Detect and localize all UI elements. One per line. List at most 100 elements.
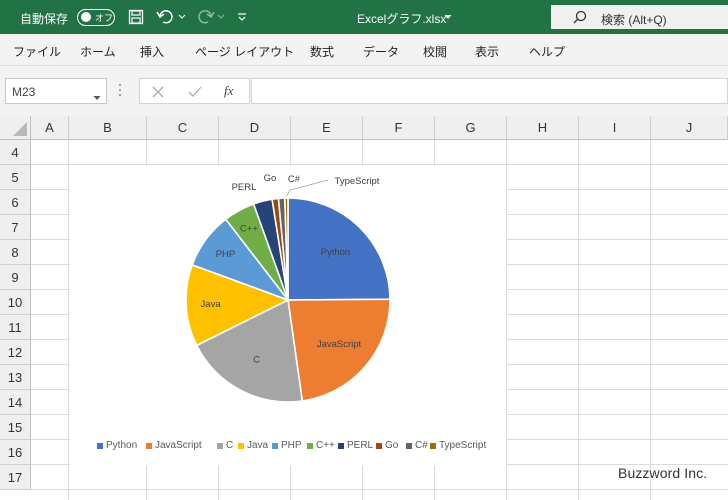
autosave-toggle[interactable]: オフ [77,9,115,26]
legend-item-go[interactable]: Go [376,440,398,451]
legend-item-typescript[interactable]: TypeScript [430,440,486,451]
legend-label-c-: C++ [316,440,335,451]
legend-label-php: PHP [281,440,302,451]
pie-chart-plot: Python JavaScript C Java PHP C++ PERL Go C# TypeS… [185,173,391,403]
undo-dropdown-icon[interactable] [177,8,187,26]
legend-item-perl[interactable]: PERL [338,440,373,451]
column-header-f[interactable]: F [363,116,435,140]
gridline [650,140,651,500]
gridline [31,164,728,165]
row-header-16[interactable]: 16 [0,440,31,465]
legend-label-go: Go [385,440,399,451]
row-header-15[interactable]: 15 [0,415,31,440]
pie-chart[interactable]: Python JavaScript C Java PHP C++ PERL Go C# TypeS… [70,166,506,466]
legend-item-c-[interactable]: C++ [307,440,335,451]
undo-icon[interactable] [155,8,175,26]
row-header-17[interactable]: 17 [0,465,31,490]
legend-swatch-c- [406,442,412,449]
legend-item-python[interactable]: Python [97,440,137,451]
insert-function-icon[interactable]: fx [224,83,233,99]
pie-slice-javascript[interactable] [287,298,391,402]
watermark: Buzzword Inc. [618,465,708,481]
search-box[interactable]: 検索 (Alt+Q) [551,5,728,29]
autosave-label: 自動保存 [20,12,69,26]
name-box-dropdown-icon[interactable] [93,88,101,106]
tab-insert[interactable]: 挿入 [140,43,164,60]
data-label-python: Python [321,247,351,258]
tab-formulas[interactable]: 数式 [310,43,334,60]
column-header-a[interactable]: A [31,116,69,140]
legend-label-java: Java [247,440,269,451]
column-header-e[interactable]: E [291,116,363,140]
redo-icon[interactable] [196,8,216,26]
select-all-corner[interactable] [0,116,31,140]
column-header-b[interactable]: B [69,116,147,140]
legend-label-c-: C# [415,440,428,451]
row-header-6[interactable]: 6 [0,190,31,215]
tab-home[interactable]: ホーム [80,43,116,60]
row-header-7[interactable]: 7 [0,215,31,240]
row-header-13[interactable]: 13 [0,365,31,390]
tab-data[interactable]: データ [363,43,399,60]
column-header-d[interactable]: D [219,116,291,140]
legend-item-java[interactable]: Java [238,440,268,451]
tab-help[interactable]: ヘルプ [529,43,565,60]
column-header-h[interactable]: H [507,116,579,140]
column-header-j[interactable]: J [651,116,728,140]
title-bar: 自動保存 オフ Excelグラフ.xlsx 検索 (Alt+Q) [0,0,728,34]
data-label-go: Go [264,173,277,184]
save-icon[interactable] [127,8,145,26]
data-label-javascript: JavaScript [317,339,362,350]
search-placeholder: 検索 (Alt+Q) [601,13,667,27]
toggle-knob [81,12,91,22]
legend-item-javascript[interactable]: JavaScript [146,440,202,451]
legend-item-c-[interactable]: C# [406,440,428,451]
row-header-9[interactable]: 9 [0,265,31,290]
row-header-8[interactable]: 8 [0,240,31,265]
redo-dropdown-icon[interactable] [216,8,226,26]
data-label-perl: PERL [232,182,257,193]
data-label-c: C [253,355,260,366]
row-header-11[interactable]: 11 [0,315,31,340]
legend-swatch-java [238,442,244,449]
file-title[interactable]: Excelグラフ.xlsx [357,10,446,27]
data-label-typescript: TypeScript [335,176,380,187]
tab-review[interactable]: 校閲 [423,43,447,60]
row-header-5[interactable]: 5 [0,165,31,190]
enter-icon[interactable] [188,85,202,103]
row-header-10[interactable]: 10 [0,290,31,315]
customize-toolbar-icon[interactable] [236,8,248,26]
legend-swatch-typescript [430,442,436,449]
formula-input[interactable] [251,78,728,104]
name-box[interactable]: M23 [5,78,107,104]
legend-label-typescript: TypeScript [439,440,487,451]
name-box-value: M23 [12,85,36,99]
row-header-4[interactable]: 4 [0,140,31,165]
row-header-12[interactable]: 12 [0,340,31,365]
autosave-state: オフ [95,13,114,23]
legend-label-javascript: JavaScript [155,440,202,451]
legend-swatch-c- [307,442,313,449]
legend-item-php[interactable]: PHP [272,440,302,451]
select-all-icon [13,122,27,136]
tab-file[interactable]: ファイル [13,43,61,60]
column-header-g[interactable]: G [435,116,507,140]
gridline [506,140,507,500]
legend-item-c[interactable]: C [217,440,233,451]
search-icon [573,10,587,29]
gridline [31,489,728,490]
legend-label-c: C [226,440,234,451]
legend-swatch-c [217,442,223,449]
chart-legend[interactable]: Python JavaScript C Java PHP C++ PERL Go C# TypeS… [92,440,492,454]
tab-view[interactable]: 表示 [475,43,499,60]
formula-bar-handle-icon[interactable] [118,83,122,102]
column-header-i[interactable]: I [579,116,651,140]
legend-label-perl: PERL [347,440,374,451]
cancel-icon[interactable] [152,85,164,103]
data-label-c-: C++ [240,223,258,234]
legend-swatch-php [272,442,278,449]
title-dropdown-icon[interactable] [443,8,453,26]
column-header-c[interactable]: C [147,116,219,140]
tab-page-layout[interactable]: ページ レイアウト [195,43,294,60]
row-header-14[interactable]: 14 [0,390,31,415]
